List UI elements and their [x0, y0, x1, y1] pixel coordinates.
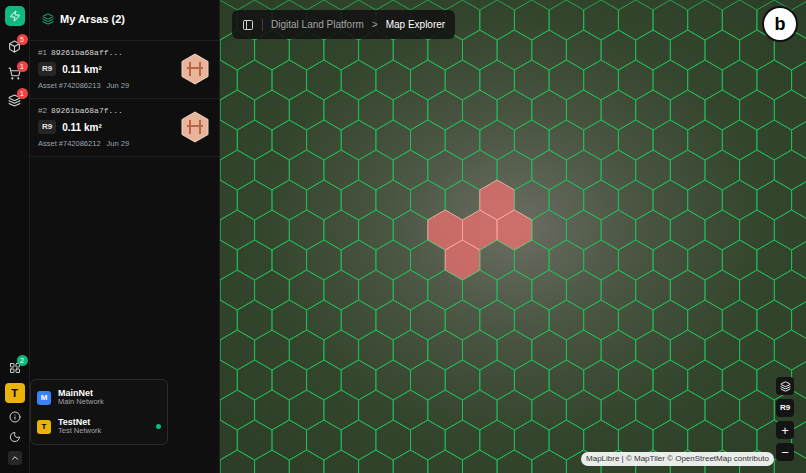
map-view[interactable]: Digital Land Platform > Map Explorer b R9 + −M… [220, 0, 806, 473]
layers-button[interactable] [776, 377, 794, 395]
arsa-date: Jun 29 [107, 138, 130, 149]
zoom-in-button[interactable]: + [776, 421, 794, 439]
chevron-up-icon [10, 453, 20, 463]
rail-item[interactable]: 5 [8, 39, 22, 53]
network-badge: T [37, 420, 51, 434]
asset-thumbnail-icon [179, 111, 211, 143]
asset-thumbnail-icon [179, 53, 211, 85]
arsa-id: 89261ba68aff... [51, 47, 123, 59]
breadcrumb-item: Map Explorer [386, 17, 445, 32]
icon-rail: 5112T [0, 0, 30, 473]
user-avatar[interactable]: T [5, 383, 25, 403]
selected-dot [156, 424, 161, 429]
panel-title: My Arsas (2) [60, 11, 125, 28]
network-description: Test Network [58, 427, 149, 436]
resolution-control[interactable]: R9 [776, 399, 794, 417]
panel-header: My Arsas (2) [30, 0, 219, 41]
rail-item[interactable]: 1 [8, 66, 22, 80]
arsas-icon [42, 13, 54, 25]
arsa-item[interactable]: #1 89261ba68aff... R9 0.11 km² Asset #742086… [30, 41, 219, 99]
map-controls: R9 + − [776, 377, 794, 461]
breadcrumb-bar: Digital Land Platform > Map Explorer [232, 10, 455, 39]
info-icon[interactable] [9, 411, 21, 423]
arsa-area: 0.11 km² [62, 120, 101, 135]
moon-icon[interactable] [9, 431, 21, 443]
rail-item[interactable]: 1 [8, 93, 22, 107]
layers-icon [780, 381, 791, 392]
network-name: MainNet [58, 388, 161, 398]
arsa-id: 89261ba68a7f... [51, 105, 123, 117]
sidebar-toggle-icon[interactable] [242, 19, 254, 31]
arsa-item[interactable]: #2 89261ba68a7f... R9 0.11 km² Asset #742086… [30, 99, 219, 157]
network-name: TestNet [58, 417, 149, 427]
network-selector: M MainNetMain Network T TestNetTest Network [30, 379, 168, 445]
arsa-index: #2 [38, 105, 47, 117]
apps-badge: 2 [17, 355, 28, 366]
brand-logo: b [762, 6, 798, 42]
breadcrumb-separator: > [372, 17, 378, 32]
map-attribution: MapLibre | © MapTiler © OpenStreetMap co… [581, 452, 774, 466]
apps-button[interactable]: 2 [8, 361, 22, 375]
arsas-panel: My Arsas (2) #1 89261ba68aff... R9 0.11 km² A… [30, 0, 220, 473]
arsa-date: Jun 29 [107, 80, 130, 91]
resolution-badge: R9 [38, 62, 56, 76]
network-option[interactable]: M MainNetMain Network [31, 385, 167, 410]
app: 5112TMy Arsas (2)#189261ba68aff...R90.11… [0, 0, 806, 473]
asset-number: Asset #742086213 [38, 80, 101, 91]
breadcrumb-item[interactable]: Digital Land Platform [271, 17, 364, 32]
arsa-index: #1 [38, 47, 47, 59]
arsa-area: 0.11 km² [62, 62, 101, 77]
app-logo[interactable] [5, 6, 25, 26]
network-badge: M [37, 391, 51, 405]
count-badge: 1 [17, 61, 28, 72]
hex-grid[interactable] [220, 0, 806, 473]
collapse-button[interactable] [8, 451, 22, 465]
network-description: Main Network [58, 398, 161, 407]
count-badge: 1 [17, 88, 28, 99]
logo-icon [9, 10, 21, 22]
network-option[interactable]: T TestNetTest Network [31, 414, 167, 439]
asset-number: Asset #742086212 [38, 138, 101, 149]
resolution-badge: R9 [38, 120, 56, 134]
count-badge: 5 [17, 34, 28, 45]
zoom-out-button[interactable]: − [776, 443, 794, 461]
